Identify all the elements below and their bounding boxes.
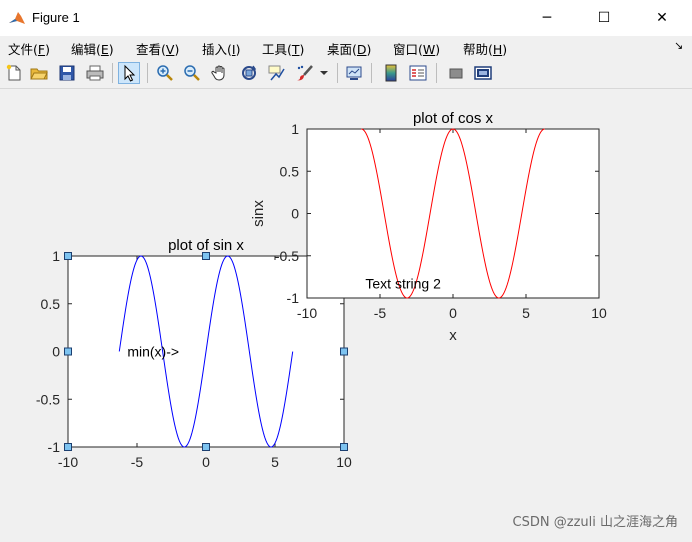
x-tick-label: 5 (522, 305, 530, 321)
y-tick-label: 0.5 (280, 163, 300, 179)
save-icon[interactable] (56, 62, 78, 84)
y-tick-label: 1 (52, 248, 60, 264)
edit-plot-arrow-icon[interactable] (118, 62, 140, 84)
figure-svg: -10 -5 0 5 1010.50-0.5-1plot of sin xmin(x)-… (36, 110, 607, 470)
x-tick-label: 10 (591, 305, 607, 321)
window-title-bar: Figure 1 ─ ☐ ✕ (0, 0, 692, 36)
selection-handle[interactable] (64, 443, 72, 451)
menu-desktop[interactable]: 桌面(D) (327, 39, 371, 58)
menu-help[interactable]: 帮助(H) (463, 39, 507, 58)
toolbar-separator (371, 63, 372, 83)
y-tick-label: -0.5 (275, 248, 299, 264)
axes-box[interactable] (306, 128, 600, 299)
minimize-button[interactable]: ─ (524, 0, 570, 36)
toolbar-separator (337, 63, 338, 83)
figure-canvas: -10 -5 0 5 10 1 0.5 0 -0.5 -1 plot of sin x min(x)-… (0, 89, 692, 538)
selection-handle[interactable] (202, 252, 210, 260)
pan-hand-icon[interactable] (209, 62, 231, 84)
y-axis-label: sinx (250, 200, 267, 227)
brush-dropdown-icon[interactable] (318, 62, 330, 84)
x-tick-label: 0 (449, 305, 457, 321)
csdn-watermark: CSDN @zzuli 山之涯海之角 (512, 515, 678, 530)
brush-icon[interactable] (294, 62, 316, 84)
y-tick-label: 0 (291, 206, 299, 222)
menu-tools[interactable]: 工具(T) (262, 39, 304, 58)
selection-handle[interactable] (340, 443, 348, 451)
matlab-logo-icon (8, 10, 26, 26)
print-icon[interactable] (84, 62, 106, 84)
x-tick-label: 10 (336, 454, 352, 470)
axes-sin[interactable]: -10 -5 0 5 10 1 0.5 0 -0.5 -1 plot of sin x min(x)-… (36, 237, 352, 470)
menu-edit[interactable]: 编辑(E) (71, 39, 114, 58)
selection-handle[interactable] (64, 252, 72, 260)
toolbar-separator (436, 63, 437, 83)
menu-bar: 文件(F) 编辑(E) 查看(V) 插入(I) 工具(T) 桌面(D) 窗口(W… (0, 36, 692, 58)
y-tick-label: 0 (52, 344, 60, 360)
selection-handle[interactable] (340, 347, 348, 356)
close-button[interactable]: ✕ (639, 0, 685, 36)
hide-plot-tools-icon[interactable] (445, 62, 467, 84)
x-tick-label: -5 (131, 454, 144, 470)
dock-figure-icon[interactable]: ↘ (674, 39, 683, 52)
rotate-3d-icon[interactable] (238, 62, 260, 84)
x-tick-label: -5 (374, 305, 387, 321)
maximize-button[interactable]: ☐ (581, 0, 627, 36)
y-tick-label: 1 (291, 121, 299, 137)
x-tick-label: -10 (58, 454, 78, 470)
show-plot-tools-icon[interactable] (472, 62, 494, 84)
figure-toolbar (0, 58, 692, 89)
y-tick-label: -1 (287, 290, 300, 306)
new-figure-icon[interactable] (3, 62, 25, 84)
selection-handle[interactable] (202, 443, 210, 451)
y-tick-label: -1 (48, 439, 61, 455)
data-cursor-icon[interactable] (266, 62, 288, 84)
axes-cos[interactable]: -10 -5 0 5 10 1 0.5 0 -0.5 -1 plot of cos x x sinx Te… (250, 110, 607, 344)
insert-colorbar-icon[interactable] (380, 62, 402, 84)
toolbar-separator (147, 63, 148, 83)
y-tick-label: 0.5 (41, 296, 61, 312)
toolbar-separator (112, 63, 113, 83)
text-annotation: min(x)-> (127, 344, 179, 360)
open-file-icon[interactable] (28, 62, 50, 84)
text-annotation: Text string 2 (365, 276, 441, 292)
window-title: Figure 1 (32, 10, 80, 25)
insert-legend-icon[interactable] (407, 62, 429, 84)
zoom-in-icon[interactable] (154, 62, 176, 84)
menu-insert[interactable]: 插入(I) (202, 39, 240, 58)
x-tick-label: 0 (202, 454, 210, 470)
y-tick-label: -0.5 (36, 391, 60, 407)
link-plot-icon[interactable] (343, 62, 365, 84)
x-tick-label: 5 (271, 454, 279, 470)
zoom-out-icon[interactable] (181, 62, 203, 84)
selection-handle[interactable] (64, 347, 72, 356)
x-axis-label: x (449, 327, 457, 344)
menu-window[interactable]: 窗口(W) (393, 39, 440, 58)
menu-file[interactable]: 文件(F) (8, 39, 50, 58)
axes-title: plot of sin x (168, 237, 244, 254)
x-tick-label: -10 (297, 305, 317, 321)
axes-title: plot of cos x (413, 110, 494, 127)
menu-view[interactable]: 查看(V) (136, 39, 179, 58)
